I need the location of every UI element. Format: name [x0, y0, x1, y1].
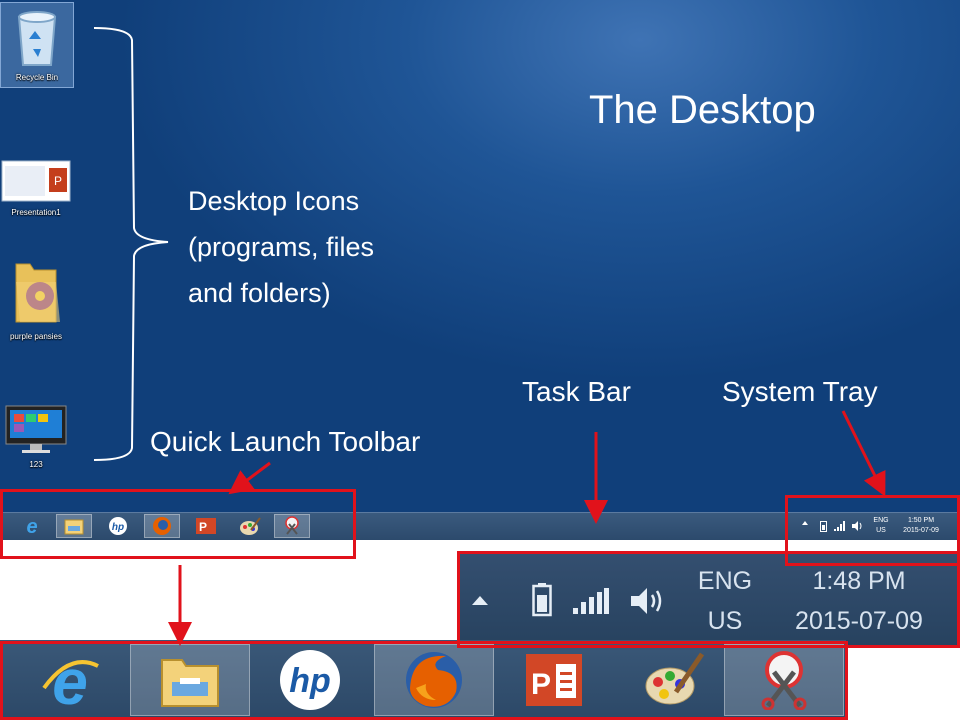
arrow-quick-launch	[238, 463, 270, 487]
arrow-system-tray	[843, 411, 880, 486]
annotation-arrows	[0, 0, 960, 720]
